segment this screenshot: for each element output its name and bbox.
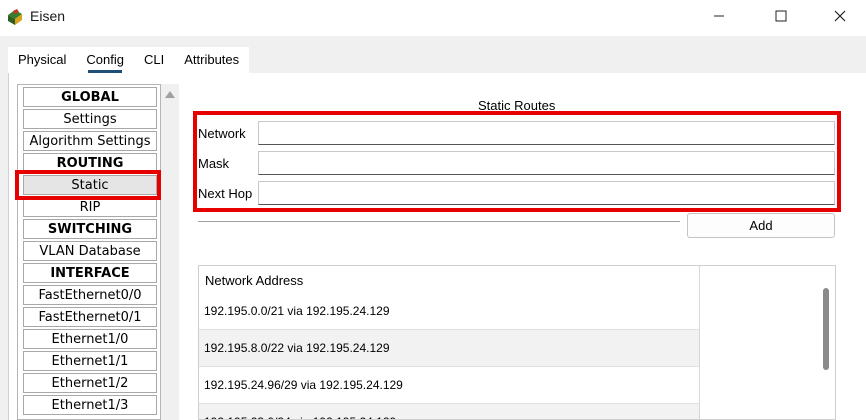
route-row[interactable]: 192.195.23.0/24 via 192.195.24.129 [199,404,699,419]
menu-header-global: GLOBAL [23,87,157,107]
menu-item-rip[interactable]: RIP [23,197,157,217]
close-button[interactable] [817,0,863,32]
highlight-static-form [193,111,841,212]
menu-item-ethernet1-2[interactable]: Ethernet1/2 [23,373,157,393]
route-row[interactable]: 192.195.8.0/22 via 192.195.24.129 [199,330,699,367]
maximize-button[interactable] [758,0,804,32]
menu-item-ethernet1-0[interactable]: Ethernet1/0 [23,329,157,349]
route-list-scrollbar-thumb[interactable] [823,288,829,370]
highlight-static-item [15,170,161,200]
tab-config[interactable]: Config [76,47,134,73]
title-bar: Eisen [0,0,866,36]
menu-item-vlan-database[interactable]: VLAN Database [23,241,157,261]
route-row[interactable]: 192.195.0.0/21 via 192.195.24.129 [199,293,699,330]
minimize-button[interactable] [696,0,742,32]
packet-tracer-router-icon [8,9,22,25]
minimize-icon [714,15,724,17]
menu-header-switching: SWITCHING [23,219,157,239]
window-title: Eisen [30,8,66,24]
menu-item-algorithm-settings[interactable]: Algorithm Settings [23,131,157,151]
tab-attributes[interactable]: Attributes [174,47,250,73]
route-list[interactable]: Network Address 192.195.0.0/21 via 192.1… [198,265,836,420]
route-row[interactable]: 192.195.24.96/29 via 192.195.24.129 [199,367,699,404]
config-menu: GLOBAL Settings Algorithm Settings ROUTI… [17,84,161,420]
tab-strip: Physical Config CLI Attributes [8,47,250,73]
menu-item-settings[interactable]: Settings [23,109,157,129]
add-button[interactable]: Add [687,213,835,238]
list-column-divider [699,266,700,419]
separator [198,221,680,224]
tab-physical[interactable]: Physical [8,47,77,73]
close-icon [834,10,846,22]
tab-cli[interactable]: CLI [134,47,175,73]
menu-item-ethernet1-3[interactable]: Ethernet1/3 [23,395,157,415]
scroll-up-arrow-icon[interactable] [165,91,175,98]
menu-item-fastethernet0-1[interactable]: FastEthernet0/1 [23,307,157,327]
menu-header-interface: INTERFACE [23,263,157,283]
route-list-header: Network Address [205,273,304,288]
menu-scrollbar[interactable] [161,84,179,420]
menu-item-ethernet1-1[interactable]: Ethernet1/1 [23,351,157,371]
maximize-icon [775,10,787,22]
menu-item-fastethernet0-0[interactable]: FastEthernet0/0 [23,285,157,305]
